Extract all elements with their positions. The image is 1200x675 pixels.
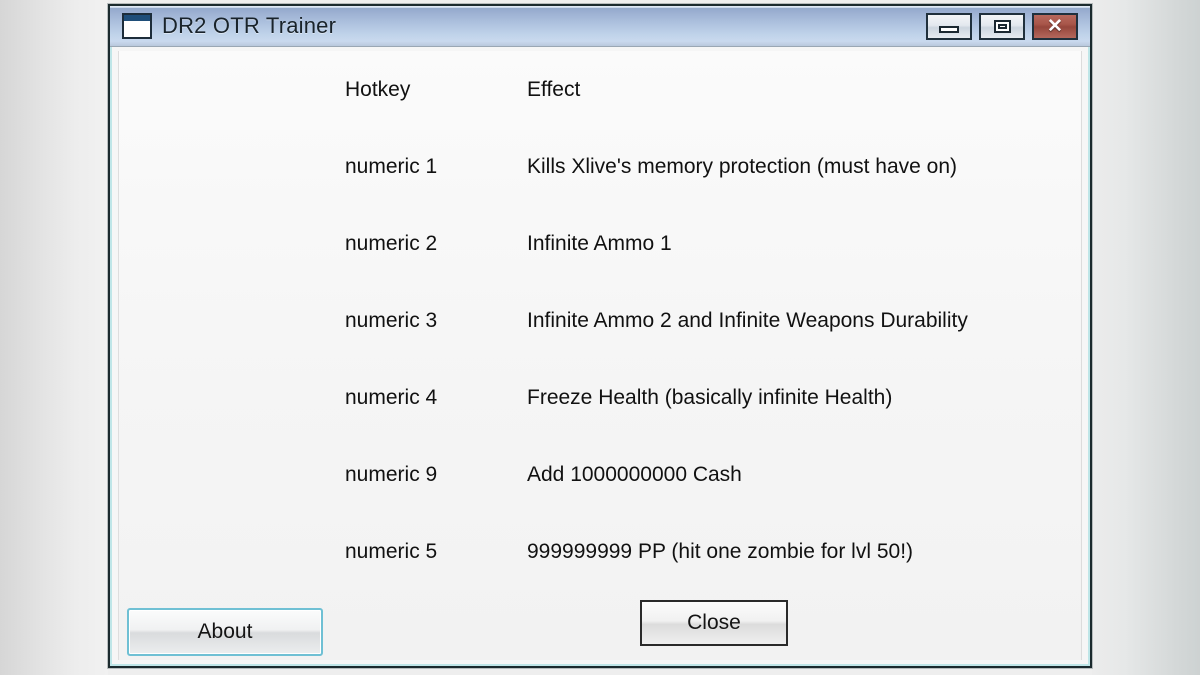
table-row: numeric 2 Infinite Ammo 1 xyxy=(119,205,1081,282)
table-header-row: Hotkey Effect xyxy=(119,51,1081,128)
close-window-button[interactable]: ✕ xyxy=(1032,12,1078,40)
desktop-background-left xyxy=(0,0,108,675)
column-header-hotkey: Hotkey xyxy=(345,77,411,101)
column-header-effect: Effect xyxy=(527,77,581,101)
window-titlebar[interactable]: DR2 OTR Trainer ✕ xyxy=(110,6,1090,47)
trainer-window: DR2 OTR Trainer ✕ Hotkey Effect numeric … xyxy=(108,4,1092,668)
table-row: numeric 3 Infinite Ammo 2 and Infinite W… xyxy=(119,282,1081,359)
effect-cell: Infinite Ammo 2 and Infinite Weapons Dur… xyxy=(527,308,968,332)
titlebar-highlight xyxy=(110,6,1090,8)
window-document-icon xyxy=(122,13,152,39)
hotkey-cell: numeric 1 xyxy=(345,154,438,178)
content-panel: Hotkey Effect numeric 1 Kills Xlive's me… xyxy=(118,51,1082,660)
close-icon: ✕ xyxy=(1047,15,1063,37)
window-controls: ✕ xyxy=(926,12,1078,40)
hotkey-cell: numeric 3 xyxy=(345,308,438,332)
about-button-label: About xyxy=(197,620,253,643)
effect-cell: Add 1000000000 Cash xyxy=(527,462,742,486)
effect-cell: Freeze Health (basically infinite Health… xyxy=(527,385,893,409)
about-button[interactable]: About xyxy=(127,608,323,656)
hotkey-cell: numeric 2 xyxy=(345,231,438,255)
effect-cell: Kills Xlive's memory protection (must ha… xyxy=(527,154,957,178)
desktop-background-right xyxy=(1092,0,1200,675)
maximize-button[interactable] xyxy=(979,12,1025,40)
table-row: numeric 9 Add 1000000000 Cash xyxy=(119,436,1081,513)
table-row: numeric 1 Kills Xlive's memory protectio… xyxy=(119,128,1081,205)
window-client-area: Hotkey Effect numeric 1 Kills Xlive's me… xyxy=(112,47,1088,664)
hotkey-table: Hotkey Effect numeric 1 Kills Xlive's me… xyxy=(119,51,1081,590)
minimize-icon xyxy=(939,26,959,33)
table-row: numeric 5 999999999 PP (hit one zombie f… xyxy=(119,513,1081,590)
hotkey-cell: numeric 9 xyxy=(345,462,438,486)
close-button[interactable]: Close xyxy=(640,600,788,646)
table-row: numeric 4 Freeze Health (basically infin… xyxy=(119,359,1081,436)
maximize-icon xyxy=(993,19,1011,33)
hotkey-cell: numeric 4 xyxy=(345,385,438,409)
close-button-label: Close xyxy=(687,611,741,634)
window-title: DR2 OTR Trainer xyxy=(162,13,337,38)
effect-cell: 999999999 PP (hit one zombie for lvl 50!… xyxy=(527,539,914,563)
minimize-button[interactable] xyxy=(926,12,972,40)
window-footer: About Close xyxy=(119,590,1081,660)
effect-cell: Infinite Ammo 1 xyxy=(527,231,672,255)
hotkey-cell: numeric 5 xyxy=(345,539,438,563)
